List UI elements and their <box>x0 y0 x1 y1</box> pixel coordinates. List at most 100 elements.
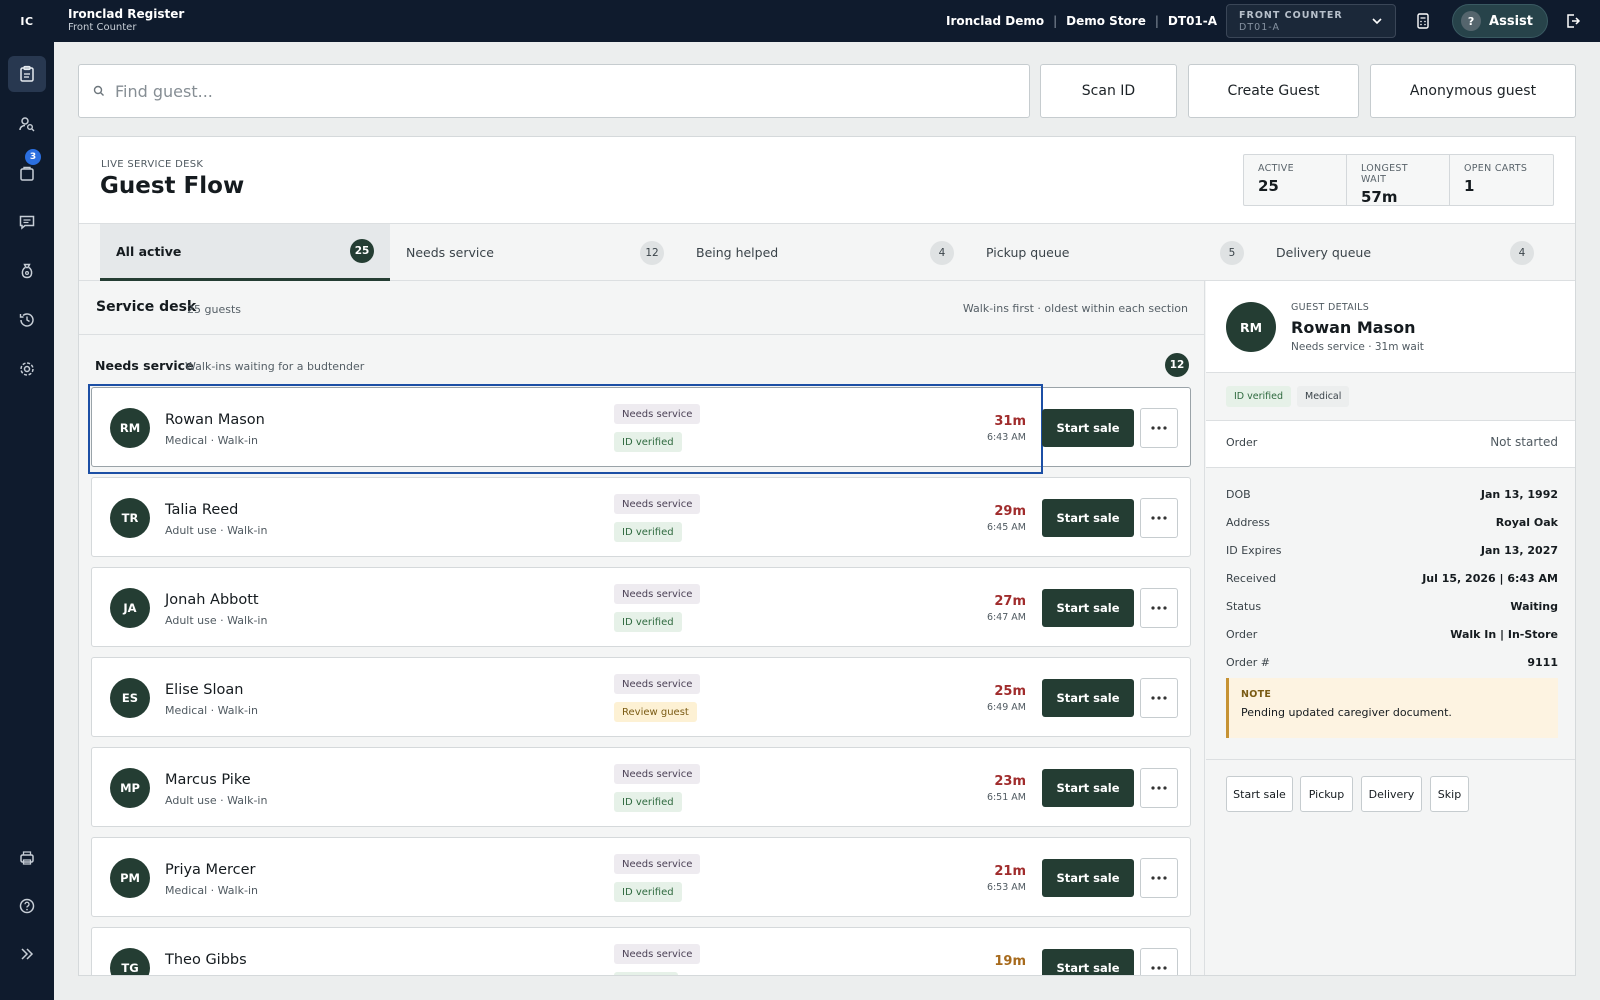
section-subtitle: Walk-ins waiting for a budtender <box>185 360 365 373</box>
sidebar-item-history[interactable] <box>8 302 46 338</box>
tab-delivery-queue[interactable]: Delivery queue 4 <box>1260 224 1550 281</box>
field-label: Order # <box>1226 656 1270 669</box>
tab-needs-service[interactable]: Needs service 12 <box>390 224 680 281</box>
sidebar-item-orders[interactable]: 3 <box>8 149 46 191</box>
sidebar-expand-button[interactable] <box>8 936 46 972</box>
sidebar-item-cash[interactable] <box>8 253 46 289</box>
tab-label: Pickup queue <box>986 245 1070 260</box>
start-sale-button[interactable]: Start sale <box>1042 769 1134 807</box>
details-pickup-button[interactable]: Pickup <box>1300 776 1353 812</box>
field-value: Walk In | In-Store <box>1450 628 1558 641</box>
logout-icon[interactable] <box>1560 8 1586 34</box>
orders-badge: 3 <box>25 149 41 165</box>
tab-count: 12 <box>640 240 664 265</box>
details-fields: DOB Jan 13, 1992 Address Royal Oak ID Expi… <box>1206 468 1575 760</box>
app-title-block: Ironclad Register Front Counter <box>68 7 185 34</box>
tab-pickup-queue[interactable]: Pickup queue 5 <box>970 224 1260 281</box>
sidebar-item-messages[interactable] <box>8 204 46 240</box>
guest-card[interactable]: TG Theo Gibbs Needs service 19m Start sa… <box>91 927 1191 975</box>
guest-card[interactable]: TR Talia Reed Adult use · Walk-in Needs … <box>91 477 1191 557</box>
app-logo: IC <box>20 14 34 28</box>
start-sale-button[interactable]: Start sale <box>1042 949 1134 975</box>
user-search-icon <box>19 117 35 132</box>
org-name[interactable]: Ironclad Demo <box>946 14 1044 28</box>
details-start-sale-button[interactable]: Start sale <box>1226 776 1293 812</box>
field-value: Jan 13, 2027 <box>1480 544 1558 557</box>
tab-label: All active <box>116 243 182 259</box>
field-address: Address Royal Oak <box>1226 516 1558 536</box>
register-id[interactable]: DT01-A <box>1168 14 1217 28</box>
guest-note: NOTE Pending updated caregiver document. <box>1226 678 1558 738</box>
more-horizontal-icon <box>1151 516 1167 520</box>
sidebar-item-customers[interactable] <box>8 106 46 142</box>
guest-name: Elise Sloan <box>165 682 244 698</box>
more-options-button[interactable] <box>1140 858 1178 898</box>
counter-select[interactable]: FRONT COUNTER DT01-A <box>1226 4 1397 38</box>
wait-duration: 23m <box>994 774 1026 789</box>
field-status: Status Waiting <box>1226 600 1558 620</box>
more-options-button[interactable] <box>1140 768 1178 808</box>
tab-being-helped[interactable]: Being helped 4 <box>680 224 970 281</box>
guest-name: Jonah Abbott <box>165 592 259 608</box>
tab-count: 5 <box>1220 240 1244 265</box>
id-badge: ID verified <box>614 792 682 812</box>
calculator-icon[interactable] <box>1410 8 1436 34</box>
sidebar-item-settings[interactable] <box>8 351 46 387</box>
field-value: Jan 13, 1992 <box>1480 488 1558 501</box>
wait-duration: 25m <box>994 684 1026 699</box>
app-title: Ironclad Register <box>68 7 185 22</box>
start-sale-button[interactable]: Start sale <box>1042 409 1134 447</box>
tab-label: Being helped <box>696 245 779 260</box>
stat-label: OPEN CARTS <box>1464 163 1528 174</box>
assist-label: Assist <box>1489 13 1533 29</box>
details-actions: Start sale Pickup Delivery Skip <box>1206 760 1575 840</box>
guest-type: Adult use · Walk-in <box>165 614 268 627</box>
details-tags: ID verified Medical <box>1206 373 1575 421</box>
guest-card[interactable]: ES Elise Sloan Medical · Walk-in Needs s… <box>91 657 1191 737</box>
details-delivery-button[interactable]: Delivery <box>1361 776 1422 812</box>
more-options-button[interactable] <box>1140 678 1178 718</box>
more-options-button[interactable] <box>1140 408 1178 448</box>
start-sale-button[interactable]: Start sale <box>1042 859 1134 897</box>
avatar: ES <box>110 678 150 718</box>
sidebar-item-printer[interactable] <box>8 840 46 876</box>
tab-count: 25 <box>350 239 374 263</box>
assist-button[interactable]: ? Assist <box>1452 4 1548 38</box>
service-desk-queue[interactable]: Service desk 25 guests Walk-ins first · … <box>79 281 1205 975</box>
guest-card[interactable]: PM Priya Mercer Medical · Walk-in Needs … <box>91 837 1191 917</box>
guest-type: Adult use · Walk-in <box>165 794 268 807</box>
status-badge: Needs service <box>614 764 701 784</box>
guest-card[interactable]: JA Jonah Abbott Adult use · Walk-in Need… <box>91 567 1191 647</box>
arrival-time: 6:49 AM <box>986 702 1026 713</box>
sidebar-item-help[interactable] <box>8 888 46 924</box>
status-badge: Needs service <box>614 674 701 694</box>
start-sale-button[interactable]: Start sale <box>1042 679 1134 717</box>
store-name[interactable]: Demo Store <box>1066 14 1146 28</box>
more-options-button[interactable] <box>1140 948 1178 975</box>
wait-duration: 31m <box>994 414 1026 429</box>
avatar: MP <box>110 768 150 808</box>
stat-open-carts: OPEN CARTS 1 <box>1450 155 1553 205</box>
more-horizontal-icon <box>1151 876 1167 880</box>
anonymous-guest-button[interactable]: Anonymous guest <box>1370 64 1576 118</box>
guest-card[interactable]: RM Rowan Mason Medical · Walk-in Needs s… <box>88 384 1191 474</box>
history-icon <box>19 313 34 327</box>
start-sale-button[interactable]: Start sale <box>1042 589 1134 627</box>
details-skip-button[interactable]: Skip <box>1430 776 1469 812</box>
guest-flow-panel: LIVE SERVICE DESK Guest Flow ACTIVE 25 L… <box>78 136 1576 976</box>
search-input[interactable] <box>115 81 995 101</box>
more-options-button[interactable] <box>1140 498 1178 538</box>
field-order: Order Walk In | In-Store <box>1226 628 1558 648</box>
guest-type: Medical · Walk-in <box>165 434 258 447</box>
tab-all-active[interactable]: All active 25 <box>100 224 390 281</box>
id-badge: ID verified <box>614 432 682 452</box>
stat-active: ACTIVE 25 <box>1244 155 1347 205</box>
guest-name: Priya Mercer <box>165 862 256 878</box>
start-sale-button[interactable]: Start sale <box>1042 499 1134 537</box>
sidebar-item-register[interactable] <box>8 56 46 92</box>
guest-card[interactable]: MP Marcus Pike Adult use · Walk-in Needs… <box>91 747 1191 827</box>
scan-id-button[interactable]: Scan ID <box>1040 64 1177 118</box>
create-guest-button[interactable]: Create Guest <box>1188 64 1359 118</box>
field-value: Jul 15, 2026 | 6:43 AM <box>1422 572 1558 585</box>
more-options-button[interactable] <box>1140 588 1178 628</box>
